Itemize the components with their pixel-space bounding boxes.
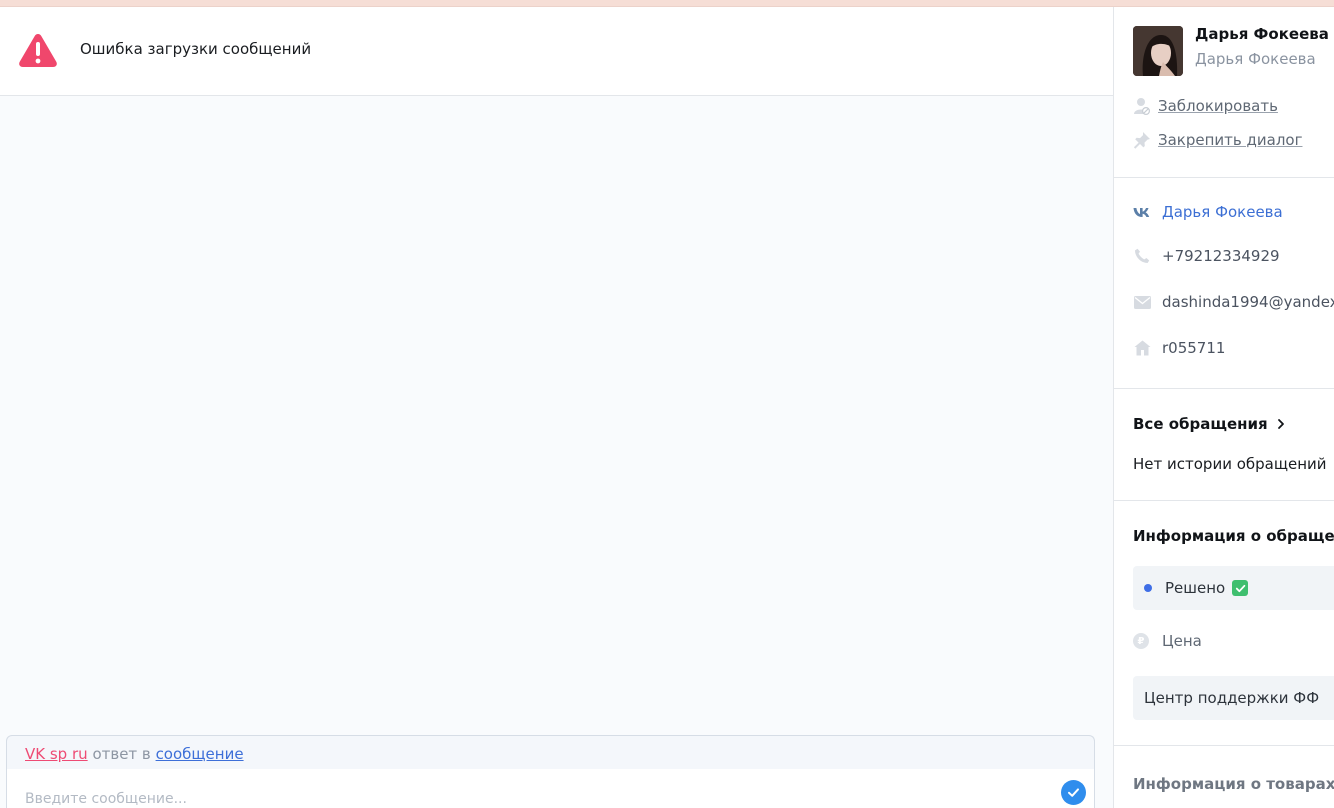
- status-dot: [1144, 584, 1152, 592]
- reply-middle-text: ответ в: [92, 745, 151, 763]
- address-row: r055711: [1133, 339, 1225, 357]
- check-mark-icon: [1232, 580, 1249, 596]
- avatar-photo: [1133, 26, 1183, 76]
- pin-icon: [1133, 132, 1150, 149]
- history-link[interactable]: Все обращения: [1133, 415, 1288, 433]
- phone-number: +79212334929: [1162, 247, 1280, 265]
- ticket-info-title: Информация о обращении: [1133, 527, 1334, 545]
- support-center-selector[interactable]: Центр поддержки ФФ: [1133, 676, 1334, 720]
- contact-subtitle: Дарья Фокеева: [1195, 50, 1316, 68]
- email-row: dashinda1994@yandex.ru: [1133, 293, 1334, 311]
- price-label: Цена: [1162, 632, 1202, 650]
- block-user-label: Заблокировать: [1158, 97, 1278, 115]
- message-input[interactable]: [7, 769, 1094, 808]
- chevron-right-icon: [1277, 419, 1284, 429]
- vk-profile-row[interactable]: Дарья Фокеева: [1133, 203, 1283, 221]
- divider: [1114, 500, 1334, 501]
- error-message: Ошибка загрузки сообщений: [80, 40, 312, 58]
- contact-sidebar: Дарья Фокеева Дарья Фокеева Заблокироват…: [1114, 7, 1334, 808]
- price-field[interactable]: ₽ Цена: [1133, 632, 1202, 650]
- address-value: r055711: [1162, 339, 1226, 357]
- pin-dialog-label: Закрепить диалог: [1158, 131, 1303, 149]
- pin-dialog-button[interactable]: Закрепить диалог: [1133, 131, 1302, 149]
- ruble-icon: ₽: [1133, 633, 1149, 649]
- vk-icon: [1133, 203, 1151, 221]
- support-center-label: Центр поддержки ФФ: [1144, 689, 1320, 707]
- mail-icon: [1133, 293, 1151, 311]
- reply-from-link[interactable]: VK sp ru: [25, 745, 88, 763]
- check-icon: [1068, 788, 1079, 797]
- status-selector[interactable]: Решено: [1133, 566, 1334, 610]
- history-title: Все обращения: [1133, 415, 1268, 433]
- contact-name: Дарья Фокеева: [1195, 25, 1329, 43]
- home-icon: [1133, 339, 1151, 357]
- error-bar: Ошибка загрузки сообщений: [0, 7, 1113, 96]
- status-label: Решено: [1165, 579, 1226, 597]
- divider: [1114, 177, 1334, 178]
- message-composer: VK sp ru ответ в сообщение: [6, 735, 1095, 808]
- divider: [1114, 388, 1334, 389]
- reply-context: VK sp ru ответ в сообщение: [25, 745, 244, 763]
- history-empty-text: Нет истории обращений: [1133, 455, 1327, 473]
- vk-profile-link[interactable]: Дарья Фокеева: [1162, 203, 1283, 221]
- send-button[interactable]: [1061, 780, 1086, 805]
- divider: [1114, 745, 1334, 746]
- browser-top-strip: [0, 0, 1334, 7]
- email-address: dashinda1994@yandex.ru: [1162, 293, 1334, 311]
- warning-triangle-icon: [19, 34, 57, 67]
- reply-target-link[interactable]: сообщение: [156, 745, 244, 763]
- phone-row: +79212334929: [1133, 247, 1280, 265]
- goods-info-title: Информация о товарах: [1133, 775, 1334, 793]
- avatar[interactable]: [1133, 26, 1183, 76]
- chat-panel: Ошибка загрузки сообщений VK sp ru ответ…: [0, 7, 1113, 808]
- user-block-icon: [1134, 98, 1150, 115]
- phone-icon: [1133, 247, 1151, 265]
- block-user-button[interactable]: Заблокировать: [1133, 97, 1278, 115]
